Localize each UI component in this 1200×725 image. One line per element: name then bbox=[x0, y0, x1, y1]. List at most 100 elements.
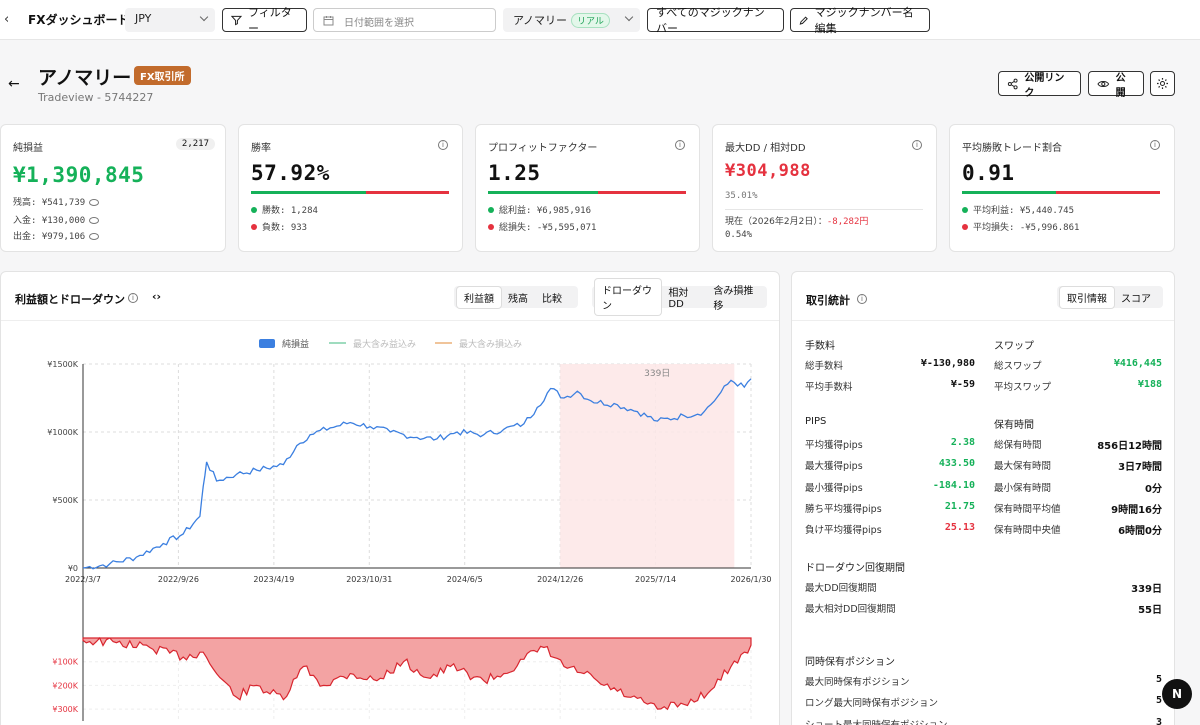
eye-off-icon[interactable] bbox=[89, 217, 100, 224]
stat-value: 5 bbox=[1155, 674, 1162, 685]
filter-button[interactable]: フィルター bbox=[222, 6, 307, 35]
account-name: アノマリー bbox=[513, 14, 568, 27]
stat-value: -184.10 bbox=[932, 479, 975, 491]
account-select[interactable]: アノマリー リアル bbox=[503, 8, 640, 32]
section-fees-title: 手数料 bbox=[805, 341, 835, 352]
gross-profit-line: 総利益: ¥6,985,916 bbox=[488, 203, 591, 216]
net-pnl-value: ¥1,390,845 bbox=[13, 163, 145, 187]
stat-value: ¥-130,980 bbox=[920, 358, 975, 369]
back-arrow-icon[interactable]: ← bbox=[8, 76, 20, 92]
divider bbox=[725, 209, 923, 210]
tab-unrealized[interactable]: 含み損推移 bbox=[706, 279, 764, 315]
loss-bar-fill bbox=[365, 191, 449, 194]
settings-button[interactable] bbox=[1150, 71, 1175, 96]
section-positions-title: 同時保有ポジション bbox=[805, 657, 895, 668]
floating-action-button[interactable]: N bbox=[1162, 679, 1192, 709]
divider bbox=[792, 320, 1174, 321]
card-label: 平均勝敗トレード割合 bbox=[962, 143, 1062, 154]
green-dot bbox=[962, 207, 968, 213]
public-link-button[interactable]: 公開リンク bbox=[998, 71, 1081, 99]
divider bbox=[1, 320, 779, 321]
tab-balance[interactable]: 残高 bbox=[501, 287, 535, 308]
stat-value: 3 bbox=[1155, 716, 1162, 725]
app-title: FXダッシュボード bbox=[28, 13, 130, 27]
edit-magic-names-button[interactable]: マジックナンバー名編集 bbox=[790, 6, 930, 35]
date-range-input[interactable]: 日付範囲を選択 bbox=[313, 8, 496, 32]
public-toggle-button[interactable]: 公開 bbox=[1088, 71, 1144, 99]
currency-select[interactable]: JPY bbox=[125, 8, 215, 32]
trade-count-badge: 2,217 bbox=[175, 138, 215, 150]
tab-trade-info[interactable]: 取引情報 bbox=[1060, 286, 1114, 308]
card-label: 勝率 bbox=[251, 143, 271, 154]
current-dd-label: 現在（2026年2月2日）： bbox=[725, 217, 827, 227]
info-icon[interactable]: i bbox=[675, 140, 685, 150]
losses-text: 負数: 933 bbox=[262, 223, 308, 233]
stats-tabs: 取引情報 スコア bbox=[1057, 286, 1163, 308]
y-tick-label: ¥0 bbox=[68, 564, 78, 573]
info-icon[interactable]: i bbox=[1150, 140, 1160, 150]
stat-label: ショート最大同時保有ポジション bbox=[805, 717, 948, 725]
section-hold-title: 保有時間 bbox=[994, 420, 1034, 431]
all-magic-numbers-button[interactable]: すべてのマジックナンバー bbox=[647, 6, 784, 35]
stat-value: 0分 bbox=[1145, 483, 1162, 495]
stat-label: ロング最大同時保有ポジション bbox=[805, 698, 939, 710]
info-icon[interactable]: i bbox=[438, 140, 448, 150]
eye-icon bbox=[1097, 80, 1110, 87]
section-pips-title: PIPS bbox=[805, 416, 827, 427]
tab-profit[interactable]: 利益額 bbox=[457, 286, 501, 308]
dd-tick-label: ¥100K bbox=[52, 658, 78, 667]
tab-relative-dd[interactable]: 相対DD bbox=[661, 281, 706, 313]
drawdown-area bbox=[82, 636, 752, 711]
wins-text: 勝数: 1,284 bbox=[262, 206, 318, 216]
info-icon[interactable]: i bbox=[912, 140, 922, 150]
gross-loss-line: 総損失: -¥5,595,071 bbox=[488, 220, 596, 233]
chart-title: 利益額とドローダウン bbox=[15, 293, 125, 306]
relative-dd-value: 35.01% bbox=[725, 191, 758, 201]
nav-back-icon[interactable]: ‹ bbox=[4, 12, 9, 27]
profit-bar-fill bbox=[488, 191, 598, 194]
calendar-icon bbox=[323, 16, 334, 26]
tab-drawdown[interactable]: ドローダウン bbox=[595, 279, 662, 315]
losses-line: 負数: 933 bbox=[251, 220, 307, 233]
date-range-placeholder: 日付範囲を選択 bbox=[344, 18, 414, 29]
legend-maxloss[interactable]: 最大含み損込み bbox=[459, 338, 522, 350]
section-swap-title: スワップ bbox=[994, 341, 1034, 352]
withdraw-text: 出金: ¥979,106 bbox=[13, 232, 86, 242]
loss-bar-fill bbox=[1056, 191, 1160, 194]
stat-value: ¥416,445 bbox=[1113, 358, 1162, 369]
info-icon[interactable]: i bbox=[128, 293, 138, 303]
tab-compare[interactable]: 比較 bbox=[535, 287, 569, 308]
red-dot bbox=[251, 224, 257, 230]
avg-ratio-bar bbox=[962, 191, 1160, 194]
pencil-icon bbox=[799, 15, 808, 25]
page-title: アノマリー bbox=[38, 67, 132, 89]
gross-loss-text: 総損失: -¥5,595,071 bbox=[499, 223, 597, 233]
win-loss-bar bbox=[251, 191, 449, 194]
info-icon[interactable]: i bbox=[857, 294, 867, 304]
top-bar: ‹ FXダッシュボード JPY フィルター 日付範囲を選択 アノマリー リアル す… bbox=[0, 0, 1200, 40]
avg-win-loss-card: 平均勝敗トレード割合 i 0.91 平均利益: ¥5,440.745 平均損失:… bbox=[949, 124, 1175, 252]
current-dd-pct: 0.54% bbox=[725, 230, 753, 240]
stat-value: 3日7時間 bbox=[1118, 462, 1162, 474]
avg-loss-text: 平均損失: -¥5,996.861 bbox=[973, 223, 1080, 233]
y-tick-label: ¥500K bbox=[52, 496, 78, 505]
legend-net[interactable]: 純損益 bbox=[282, 338, 309, 350]
tab-score[interactable]: スコア bbox=[1114, 287, 1158, 308]
drawdown-mode-tabs: ドローダウン 相対DD 含み損推移 bbox=[592, 279, 767, 315]
wins-line: 勝数: 1,284 bbox=[251, 203, 318, 216]
chart-mode-tabs: 利益額 残高 比較 bbox=[454, 286, 578, 308]
x-tick-label: 2024/6/5 bbox=[447, 575, 483, 584]
withdraw-line: 出金: ¥979,106 bbox=[13, 229, 100, 242]
code-icon[interactable]: ‹› bbox=[152, 290, 161, 303]
avg-profit-text: 平均利益: ¥5,440.745 bbox=[973, 206, 1075, 216]
chart-panel: 利益額とドローダウン i ‹› 利益額 残高 比較 ドローダウン 相対DD 含み… bbox=[0, 271, 780, 725]
legend-maxgain[interactable]: 最大含み益込み bbox=[353, 338, 416, 350]
dd-tick-label: ¥200K bbox=[52, 681, 78, 690]
eye-off-icon[interactable] bbox=[89, 199, 100, 206]
eye-off-icon[interactable] bbox=[89, 233, 100, 240]
win-bar-fill bbox=[962, 191, 1057, 194]
section-recovery-title: ドローダウン回復期間 bbox=[805, 563, 905, 574]
trade-stats-panel: 取引統計 i 取引情報 スコア 手数料 総手数料 ¥-130,980 平均手数料 ¥-5… bbox=[791, 271, 1175, 725]
all-magic-label: すべてのマジックナンバー bbox=[656, 6, 765, 35]
card-label: 純損益 bbox=[13, 143, 43, 154]
